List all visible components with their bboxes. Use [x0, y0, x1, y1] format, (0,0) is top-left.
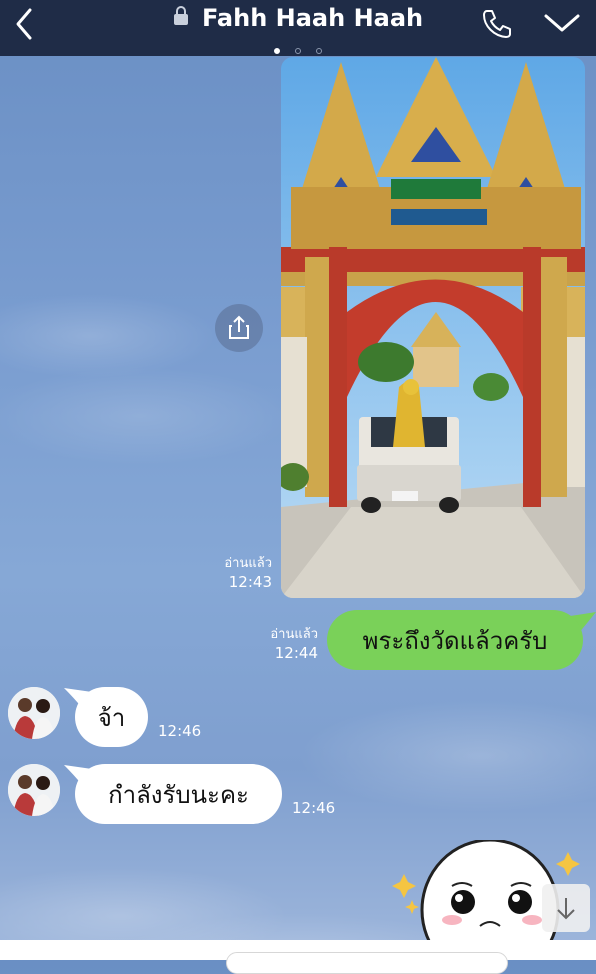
chat-header: Fahh Haah Haah: [0, 0, 596, 56]
page-dot: [295, 48, 301, 54]
temple-gate-photo: [281, 57, 585, 598]
photo-message[interactable]: [281, 57, 585, 598]
outgoing-meta: อ่านแล้ว 12:44: [254, 626, 318, 662]
chevron-down-icon: [544, 14, 580, 32]
incoming-message-time: 12:46: [158, 722, 202, 740]
incoming-message-bubble[interactable]: กำลังรับนะคะ: [75, 764, 282, 824]
arrow-down-icon: [557, 898, 575, 920]
page-dot: [316, 48, 323, 54]
lock-icon: [173, 6, 189, 30]
incoming-message-text: จ้า: [97, 703, 126, 732]
avatar[interactable]: [8, 687, 60, 739]
outgoing-message-text: พระถึงวัดแล้วครับ: [362, 626, 548, 655]
avatar-photo: [8, 764, 60, 816]
outgoing-message-bubble[interactable]: พระถึงวัดแล้วครับ: [327, 610, 583, 670]
photo-meta: อ่านแล้ว 12:43: [208, 555, 272, 591]
call-button[interactable]: [478, 6, 514, 42]
outgoing-read-status: อ่านแล้ว: [270, 627, 318, 642]
chat-title[interactable]: Fahh Haah Haah: [202, 4, 423, 32]
incoming-message-bubble[interactable]: จ้า: [75, 687, 148, 747]
scroll-to-bottom-button[interactable]: [542, 884, 590, 932]
avatar-photo: [8, 687, 60, 739]
phone-icon: [483, 10, 511, 38]
share-icon: [229, 315, 249, 339]
outgoing-time: 12:44: [274, 644, 318, 662]
page-dot-active: [273, 48, 280, 54]
photo-read-status: อ่านแล้ว: [224, 556, 272, 571]
message-input[interactable]: [226, 952, 508, 974]
incoming-message-text: กำลังรับนะคะ: [108, 780, 249, 809]
avatar[interactable]: [8, 764, 60, 816]
menu-toggle-button[interactable]: [542, 8, 582, 40]
photo-time: 12:43: [228, 573, 272, 591]
share-button[interactable]: [215, 304, 263, 352]
incoming-message-time: 12:46: [292, 799, 336, 817]
